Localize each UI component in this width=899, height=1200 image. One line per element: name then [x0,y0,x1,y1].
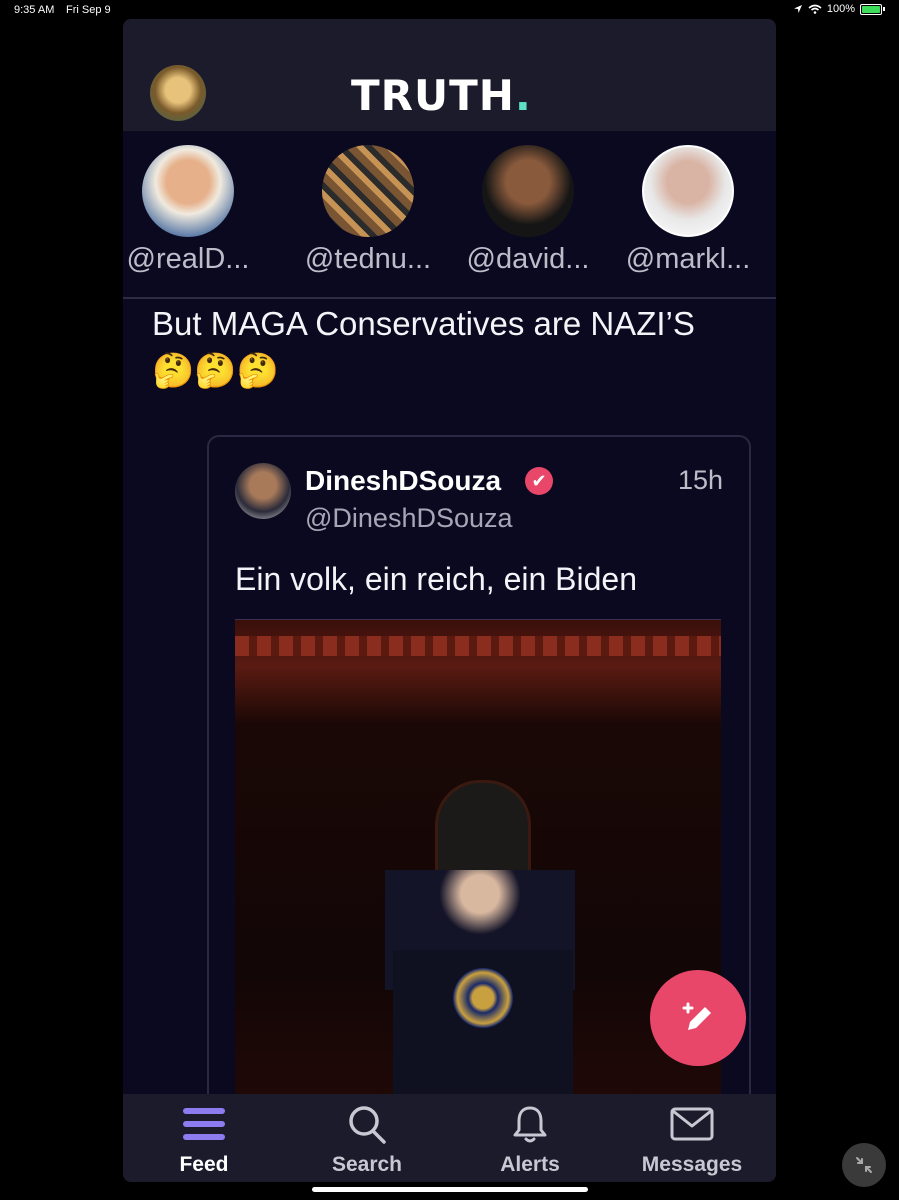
stories-row: @realD... @tednu... @david... @markl... [123,131,776,299]
story-avatar [142,145,234,237]
post-text: But MAGA Conservatives are NAZI’S [152,305,695,342]
tab-feed-label: Feed [179,1153,229,1176]
tab-search[interactable]: Search [292,1104,442,1177]
quoted-post-timestamp: 15h [677,465,723,495]
story-item[interactable]: @tednu... [293,145,443,276]
location-icon [793,5,802,13]
tab-alerts-label: Alerts [500,1153,560,1176]
truth-logo: TRUTH. [351,71,532,120]
quoted-author-name[interactable]: DineshDSouza [305,465,501,497]
bottom-tab-bar: Feed Search Alerts Messages [123,1094,776,1182]
tab-feed[interactable]: Feed [129,1104,279,1177]
story-avatar [642,145,734,237]
tab-search-label: Search [331,1153,403,1176]
status-indicators: 100% [793,3,885,15]
story-handle: @tednu... [304,243,432,275]
tab-messages[interactable]: Messages [617,1104,767,1177]
story-avatar [482,145,574,237]
collapse-arrows-icon [856,1157,872,1173]
story-handle: @markl... [625,243,751,275]
top-bar: TRUTH. [123,19,776,131]
battery-percent: 100% [826,3,855,15]
image-architecture-band [235,636,721,656]
story-item[interactable]: @realD... [123,145,263,276]
wifi-icon [808,4,822,14]
status-date: Fri Sep 9 [66,4,111,16]
profile-avatar-button[interactable] [150,65,206,121]
envelope-icon [670,1107,714,1141]
quoted-post-text: Ein volk, ein reich, ein Biden [235,561,637,597]
collapse-window-button[interactable] [842,1143,886,1187]
post-emojis: 🤔🤔🤔 [152,352,280,390]
compose-button[interactable] [650,970,746,1066]
pencil-icon [682,1002,711,1030]
bell-icon [513,1106,547,1143]
tab-messages-label: Messages [641,1153,743,1176]
verified-badge-icon: ✔ [525,467,553,495]
story-avatar [322,145,414,237]
status-time: 9:35 AM [14,4,55,16]
story-item[interactable]: @markl... [613,145,763,276]
story-handle: @realD... [126,243,250,275]
feed-icon [183,1108,225,1140]
story-item[interactable]: @david... [453,145,603,276]
quoted-author-handle[interactable]: @DineshDSouza [305,503,513,534]
presidential-seal-icon [453,968,513,1028]
home-indicator[interactable] [312,1187,588,1192]
tab-alerts[interactable]: Alerts [455,1104,605,1177]
truth-social-app: TRUTH. @realD... @tednu... @david... @ma… [123,19,776,1182]
quoted-author-avatar[interactable] [235,463,291,519]
search-icon [349,1106,386,1144]
story-handle: @david... [466,243,590,275]
quoted-post-card[interactable]: DineshDSouza ✔ 15h @DineshDSouza Ein vol… [207,435,751,1182]
battery-icon [860,3,882,15]
status-bar: 9:35 AM Fri Sep 9 100% [0,0,899,20]
